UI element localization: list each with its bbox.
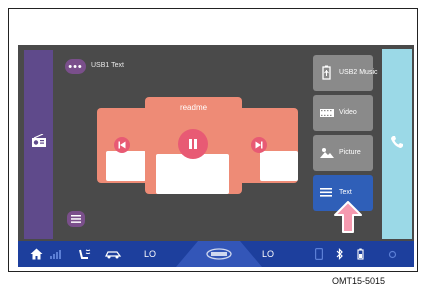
usb2-music-button[interactable]: USB2 Music <box>313 55 378 91</box>
signal-indicator <box>50 241 64 267</box>
options-button[interactable]: ••• <box>65 59 86 74</box>
seat-airflow-button[interactable] <box>78 241 92 267</box>
skip-back-icon <box>118 141 126 149</box>
seat-airflow-icon <box>79 249 91 259</box>
previous-item-preview <box>106 151 146 181</box>
list-button[interactable] <box>67 211 85 227</box>
home-icon <box>30 248 43 260</box>
usb2-music-label: USB2 Music <box>339 69 378 76</box>
left-temperature[interactable]: LO <box>144 241 156 267</box>
battery-icon <box>357 248 364 260</box>
previous-button[interactable] <box>114 137 130 153</box>
source-label: USB1 Text <box>91 62 124 69</box>
next-button[interactable] <box>251 137 267 153</box>
infotainment-screen: ••• USB1 Text readme USB2 Music Video Pi… <box>18 45 414 267</box>
usb-icon <box>322 65 331 80</box>
more-icon: ••• <box>68 60 83 73</box>
pause-icon <box>189 139 197 149</box>
pause-button[interactable] <box>178 129 208 159</box>
figure-caption: OMT15-5015 <box>332 276 386 286</box>
signal-icon <box>50 250 61 259</box>
car-recirculation-icon <box>105 251 122 259</box>
climate-tab-shape-icon <box>176 241 262 267</box>
picture-label: Picture <box>339 149 361 156</box>
battery-status <box>356 241 365 267</box>
skip-forward-icon <box>255 141 263 149</box>
picture-icon <box>320 148 334 158</box>
touch-arrow-icon <box>334 201 362 233</box>
list-icon <box>71 215 81 223</box>
text-icon <box>320 188 332 197</box>
climate-center-tab[interactable] <box>176 241 262 267</box>
bluetooth-icon <box>336 248 343 260</box>
smartphone-icon <box>315 248 323 260</box>
film-icon <box>320 109 334 117</box>
right-temperature[interactable]: LO <box>262 241 274 267</box>
next-item-preview <box>260 151 298 181</box>
recirculation-button[interactable] <box>104 241 122 267</box>
current-item-preview <box>156 154 229 194</box>
text-label: Text <box>339 189 352 196</box>
settings-indicator <box>388 241 397 267</box>
phone-status <box>315 241 323 267</box>
bluetooth-status <box>336 241 344 267</box>
radio-panel[interactable] <box>24 50 53 239</box>
video-label: Video <box>339 109 357 116</box>
track-title: readme <box>179 103 208 112</box>
home-button[interactable] <box>30 241 43 267</box>
phone-icon <box>391 136 403 148</box>
video-button[interactable]: Video <box>313 95 373 131</box>
radio-icon <box>32 134 46 147</box>
climate-bar: LO LO <box>18 241 414 267</box>
gear-icon <box>388 250 397 258</box>
phone-panel[interactable] <box>382 49 412 239</box>
picture-button[interactable]: Picture <box>313 135 373 171</box>
